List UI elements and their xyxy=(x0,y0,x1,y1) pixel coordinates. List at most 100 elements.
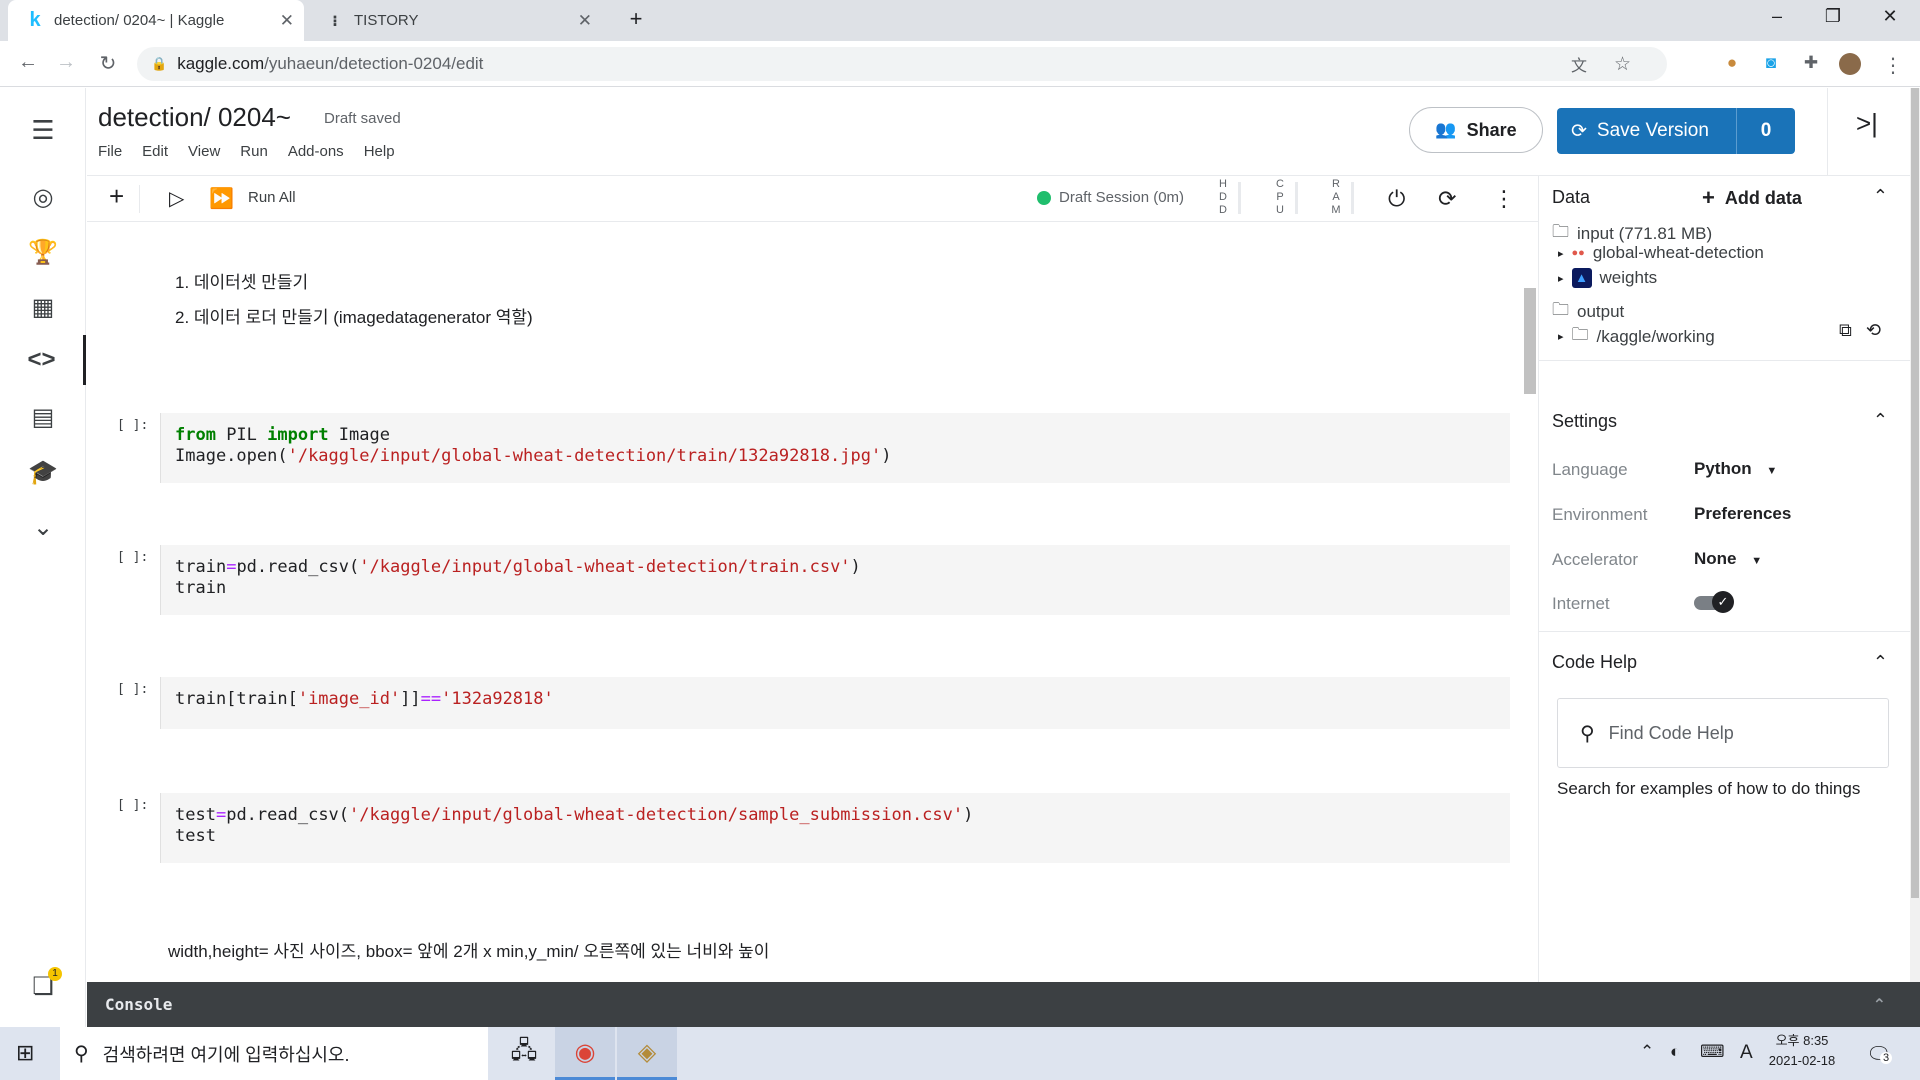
tray-app-icon[interactable]: ◐ xyxy=(1670,1042,1680,1062)
caret-right-icon[interactable]: ▸ xyxy=(1558,247,1564,260)
add-data-button[interactable]: + Add data xyxy=(1702,185,1802,211)
share-people-icon: 👥 xyxy=(1435,120,1457,139)
run-cell-play-icon[interactable]: ▷ xyxy=(169,186,184,211)
language-dropdown[interactable]: Python ▼ xyxy=(1694,459,1777,479)
cell-prompt: [ ]: xyxy=(117,550,149,565)
close-window-icon[interactable]: ✕ xyxy=(1870,6,1910,27)
hamburger-menu-icon[interactable]: ☰ xyxy=(0,105,86,155)
caret-right-icon[interactable]: ▸ xyxy=(1558,330,1564,343)
code-cell[interactable]: train=pd.read_csv('/kaggle/input/global-… xyxy=(160,545,1510,615)
session-label: Draft Session (0m) xyxy=(1059,189,1185,206)
code-cell[interactable]: test=pd.read_csv('/kaggle/input/global-w… xyxy=(160,793,1510,863)
dataset-weights[interactable]: ▸ ▲ weights xyxy=(1558,268,1657,288)
console-bar[interactable]: Console ⌃ xyxy=(87,982,1920,1027)
add-cell-plus-icon[interactable]: + xyxy=(109,181,124,212)
accelerator-dropdown[interactable]: None ▼ xyxy=(1694,549,1762,569)
code-help-description: Search for examples of how to do things xyxy=(1557,779,1861,798)
network-app-icon[interactable]: 🖧 xyxy=(494,1027,554,1080)
windows-start-icon[interactable]: ⊞ xyxy=(16,1040,34,1066)
bookmark-star-icon[interactable]: ☆ xyxy=(1614,53,1631,76)
more-options-icon[interactable]: ⋮ xyxy=(1493,186,1515,212)
refresh-icon[interactable]: ⟲ xyxy=(1866,320,1881,341)
version-count[interactable]: 0 xyxy=(1737,120,1795,142)
extensions-puzzle-icon[interactable]: ✚ xyxy=(1800,53,1822,75)
chevron-up-icon[interactable]: ⌃ xyxy=(1873,652,1888,673)
notebook-list-icon[interactable]: ❏ 1 xyxy=(0,961,86,1011)
output-working-dir[interactable]: ▸ 🗀 /kaggle/working xyxy=(1558,322,1715,351)
url-bar[interactable]: 🔒 kaggle.com/yuhaeun/detection-0204/edit… xyxy=(137,47,1667,81)
back-arrow-icon[interactable]: ← xyxy=(14,51,42,74)
trophy-icon[interactable]: 🏆 xyxy=(0,227,86,277)
code-help-section-title: Code Help xyxy=(1552,652,1638,672)
hdd-meter: HDD xyxy=(1219,178,1227,216)
notebook-scroll-thumb[interactable] xyxy=(1524,288,1536,394)
setting-label-language: Language xyxy=(1552,460,1628,479)
keyboard-icon[interactable]: ⌨ xyxy=(1700,1042,1725,1062)
code-cell[interactable]: train[train['image_id']]=='132a92818' xyxy=(160,677,1510,729)
menu-help[interactable]: Help xyxy=(364,143,395,160)
share-button[interactable]: 👥 Share xyxy=(1409,107,1543,153)
browser-menu-icon[interactable]: ⋮ xyxy=(1882,53,1904,77)
screen-capture-extension-icon[interactable]: ◙ xyxy=(1760,53,1782,75)
page-scroll-thumb[interactable] xyxy=(1911,88,1919,898)
ime-indicator[interactable]: A xyxy=(1740,1042,1753,1064)
compass-icon[interactable]: ◎ xyxy=(0,172,86,222)
new-tab-plus-icon[interactable]: + xyxy=(616,6,656,32)
notification-badge: 1 xyxy=(48,967,62,981)
translate-icon[interactable]: ⽂ xyxy=(1571,52,1587,76)
browser-tab-tistory[interactable]: ⁝ TISTORY ✕ xyxy=(312,0,602,41)
profile-avatar[interactable] xyxy=(1839,53,1861,75)
collapse-panel-icon[interactable]: >| xyxy=(1856,108,1878,139)
run-all-button[interactable]: Run All xyxy=(248,189,296,206)
close-tab-icon[interactable]: ✕ xyxy=(280,11,294,31)
menu-view[interactable]: View xyxy=(188,143,220,160)
caret-right-icon[interactable]: ▸ xyxy=(1558,272,1564,285)
menu-file[interactable]: File xyxy=(98,143,122,160)
section-divider xyxy=(1539,360,1911,361)
internet-toggle[interactable]: ✓ xyxy=(1694,591,1734,613)
address-bar-row: ← → ↻ 🔒 kaggle.com/yuhaeun/detection-020… xyxy=(0,41,1920,87)
dataset-global-wheat-detection[interactable]: ▸ ●● global-wheat-detection xyxy=(1558,243,1764,263)
chevron-up-icon[interactable]: ⌃ xyxy=(1873,995,1886,1015)
kaggle-favicon-icon: k xyxy=(29,9,41,31)
notebook-title[interactable]: detection/ 0204~ xyxy=(98,102,291,133)
browser-tab-kaggle[interactable]: k detection/ 0204~ | Kaggle ✕ xyxy=(8,0,304,41)
cookie-extension-icon[interactable]: ● xyxy=(1721,53,1743,75)
reload-icon[interactable]: ↻ xyxy=(94,51,122,76)
page-scrollbar[interactable] xyxy=(1910,88,1920,982)
copy-icon[interactable]: ⧉ xyxy=(1839,320,1852,341)
ram-bar xyxy=(1351,182,1354,214)
chrome-app-icon[interactable]: ◉ xyxy=(555,1027,615,1080)
comments-icon[interactable]: ▤ xyxy=(0,392,86,442)
folder-icon: 🗀 xyxy=(1571,325,1589,344)
restart-icon[interactable]: ⟳ xyxy=(1438,186,1456,212)
chevron-down-icon[interactable]: ⌄ xyxy=(0,502,86,552)
menu-edit[interactable]: Edit xyxy=(142,143,168,160)
taskbar-search-box[interactable]: ⚲ 검색하려면 여기에 입력하십시오. xyxy=(60,1027,488,1080)
session-status[interactable]: Draft Session (0m) xyxy=(1037,189,1184,206)
league-app-icon[interactable]: ◈ xyxy=(617,1027,677,1080)
plus-icon: + xyxy=(1702,185,1715,210)
table-icon[interactable]: ▦ xyxy=(0,282,86,332)
close-tab-icon[interactable]: ✕ xyxy=(578,11,592,31)
code-cell[interactable]: from PIL import Image Image.open('/kaggl… xyxy=(160,413,1510,483)
setting-label-internet: Internet xyxy=(1552,594,1610,613)
chevron-up-icon[interactable]: ⌃ xyxy=(1873,410,1888,431)
forward-arrow-icon[interactable]: → xyxy=(52,51,80,74)
courses-icon[interactable]: 🎓 xyxy=(0,447,86,497)
menu-run[interactable]: Run xyxy=(240,143,268,160)
minimize-icon[interactable]: – xyxy=(1757,6,1797,27)
working-dir-label: /kaggle/working xyxy=(1596,326,1715,346)
power-icon[interactable]: ⏻ xyxy=(1388,186,1405,212)
code-icon[interactable]: <> xyxy=(0,335,86,385)
notifications-icon[interactable]: 🗨 3 xyxy=(1866,1042,1893,1067)
environment-preferences-link[interactable]: Preferences xyxy=(1694,504,1791,524)
chevron-up-icon[interactable]: ⌃ xyxy=(1873,186,1888,207)
maximize-icon[interactable]: ❐ xyxy=(1813,6,1853,27)
menu-addons[interactable]: Add-ons xyxy=(288,143,344,160)
code-help-search-input[interactable]: ⚲ Find Code Help xyxy=(1557,698,1889,768)
run-all-icon[interactable]: ⏩ xyxy=(209,186,234,211)
tray-chevron-up-icon[interactable]: ⌃ xyxy=(1640,1042,1654,1062)
taskbar-clock[interactable]: 오후 8:35 2021-02-18 xyxy=(1762,1031,1842,1071)
save-version-button[interactable]: ⟳ Save Version 0 xyxy=(1557,108,1795,154)
